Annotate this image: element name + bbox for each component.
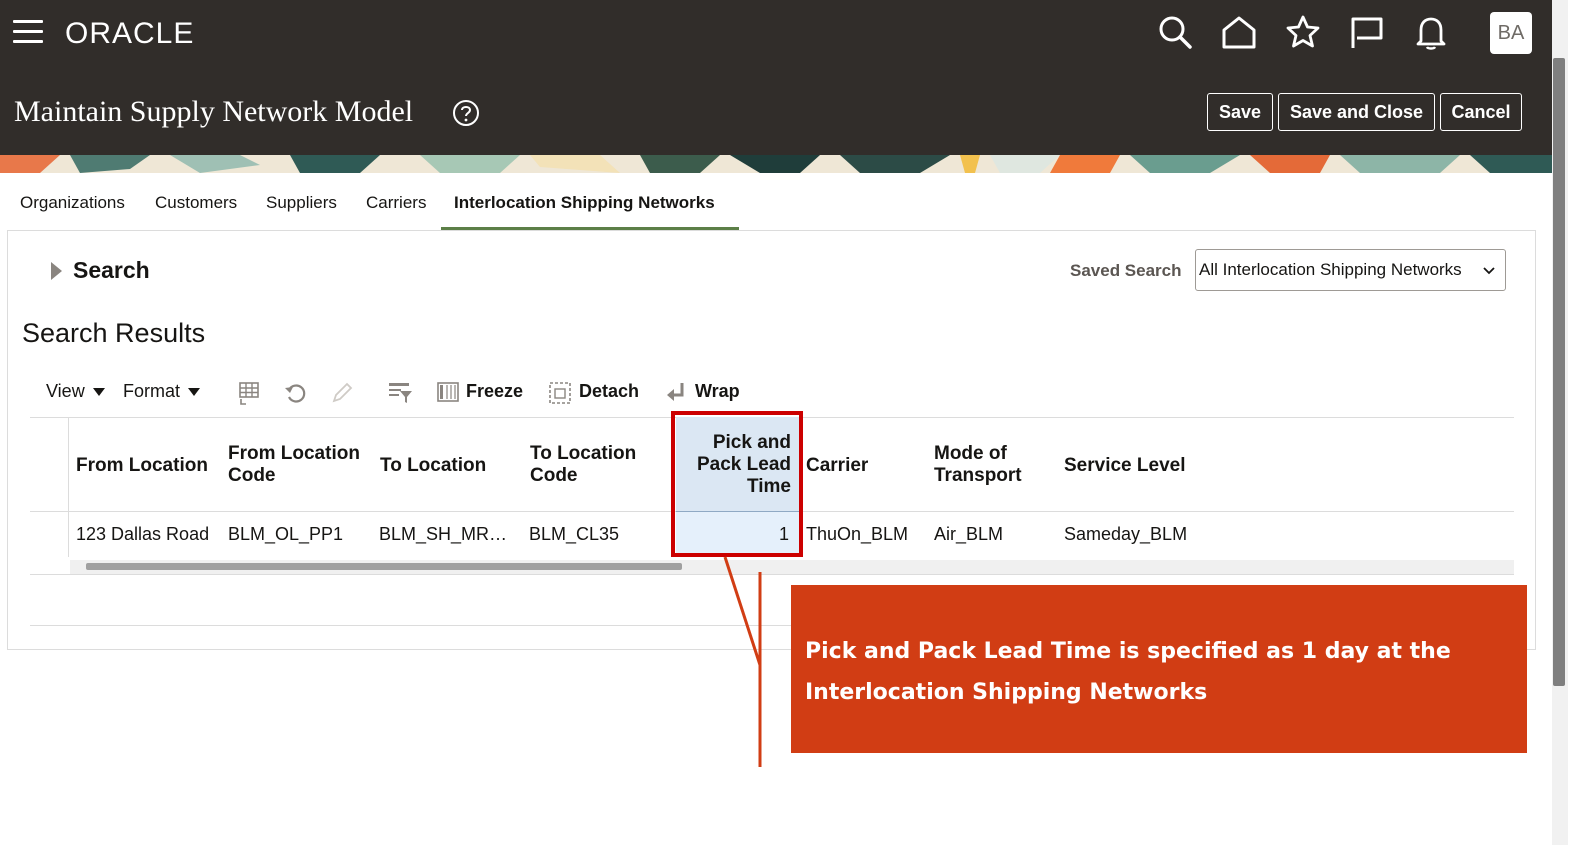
cell-mode-of-transport[interactable]: Air_BLM xyxy=(934,524,1003,545)
home-icon[interactable] xyxy=(1221,14,1257,50)
tab-interlocation-shipping-networks[interactable]: Interlocation Shipping Networks xyxy=(454,193,715,213)
freeze-icon[interactable] xyxy=(436,380,462,406)
format-menu-label: Format xyxy=(123,381,181,401)
column-header-from-location-code[interactable]: From Location Code xyxy=(228,443,368,487)
expand-search-icon[interactable] xyxy=(51,262,62,280)
saved-search-label: Saved Search xyxy=(1070,261,1182,280)
tab-suppliers[interactable]: Suppliers xyxy=(266,193,337,213)
saved-search-select[interactable]: All Interlocation Shipping Networks xyxy=(1195,249,1506,291)
tab-organizations[interactable]: Organizations xyxy=(20,193,125,213)
cell-service-level[interactable]: Sameday_BLM xyxy=(1064,524,1187,545)
column-header-to-location-code[interactable]: To Location Code xyxy=(530,443,650,487)
page-title: Maintain Supply Network Model xyxy=(14,95,414,128)
cell-to-location[interactable]: BLM_SH_MR… xyxy=(379,524,507,545)
cell-to-location-code[interactable]: BLM_CL35 xyxy=(529,524,619,545)
flag-icon[interactable] xyxy=(1349,14,1385,50)
search-results-title: Search Results xyxy=(22,318,206,348)
column-header-from-location[interactable]: From Location xyxy=(76,455,208,477)
favorites-star-icon[interactable] xyxy=(1285,14,1321,50)
columns-grid-icon[interactable] xyxy=(236,380,262,406)
save-button[interactable]: Save xyxy=(1207,93,1273,131)
decorative-banner xyxy=(0,155,1552,173)
horizontal-scrollbar-thumb[interactable] xyxy=(86,563,682,570)
query-by-example-icon[interactable] xyxy=(387,380,413,406)
row-header-divider xyxy=(68,417,69,557)
callout-annotation: Pick and Pack Lead Time is specified as … xyxy=(791,585,1527,753)
tab-customers[interactable]: Customers xyxy=(155,193,237,213)
callout-connector xyxy=(723,556,762,767)
triangle-down-icon xyxy=(92,388,105,397)
format-menu[interactable]: Format xyxy=(123,381,201,402)
view-menu-label: View xyxy=(46,381,85,401)
oracle-logo[interactable]: ORACLE xyxy=(65,17,194,51)
wrap-icon[interactable] xyxy=(664,380,690,406)
chevron-down-icon xyxy=(1483,267,1495,275)
column-header-service-level[interactable]: Service Level xyxy=(1064,455,1185,477)
view-menu[interactable]: View xyxy=(46,381,105,402)
user-avatar[interactable]: BA xyxy=(1490,12,1532,54)
search-section-title[interactable]: Search xyxy=(73,257,150,284)
notifications-bell-icon[interactable] xyxy=(1413,14,1449,50)
cancel-button[interactable]: Cancel xyxy=(1440,93,1522,131)
column-header-to-location[interactable]: To Location xyxy=(380,455,486,477)
page-scrollbar[interactable] xyxy=(1552,0,1568,845)
wrap-button[interactable]: Wrap xyxy=(695,381,740,402)
triangle-down-icon xyxy=(188,388,201,397)
cell-from-location[interactable]: 123 Dallas Road xyxy=(76,524,209,545)
detach-icon[interactable] xyxy=(548,380,574,406)
column-header-mode-of-transport[interactable]: Mode of Transport xyxy=(934,443,1034,487)
page-scrollbar-thumb[interactable] xyxy=(1553,58,1565,686)
freeze-button[interactable]: Freeze xyxy=(466,381,523,402)
hamburger-menu-icon[interactable] xyxy=(13,20,43,46)
search-icon[interactable] xyxy=(1157,14,1193,50)
cell-carrier[interactable]: ThuOn_BLM xyxy=(806,524,908,545)
edit-pencil-icon xyxy=(332,382,353,403)
column-header-carrier[interactable]: Carrier xyxy=(806,455,868,477)
cell-from-location-code[interactable]: BLM_OL_PP1 xyxy=(228,524,343,545)
tab-carriers[interactable]: Carriers xyxy=(366,193,426,213)
save-and-close-button[interactable]: Save and Close xyxy=(1278,93,1435,131)
highlight-box xyxy=(671,411,803,557)
help-icon[interactable] xyxy=(452,99,480,127)
detach-button[interactable]: Detach xyxy=(579,381,639,402)
refresh-icon[interactable] xyxy=(283,380,309,406)
saved-search-value: All Interlocation Shipping Networks xyxy=(1199,260,1462,279)
